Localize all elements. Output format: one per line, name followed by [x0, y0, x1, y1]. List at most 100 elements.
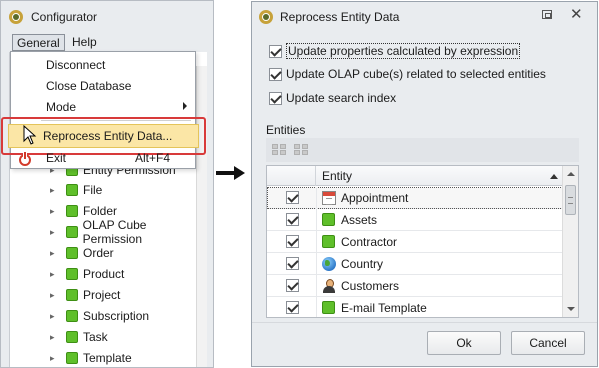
scroll-up-icon[interactable] — [567, 172, 575, 176]
menu-help[interactable]: Help — [72, 35, 97, 49]
row-checkbox[interactable] — [286, 257, 299, 270]
entity-icon — [65, 226, 78, 238]
grid-scrollbar[interactable] — [562, 166, 578, 317]
checkbox[interactable] — [269, 67, 282, 81]
close-icon[interactable]: ✕ — [570, 5, 583, 23]
expand-arrow-icon[interactable]: ▸ — [50, 206, 60, 217]
select-all-icon[interactable] — [272, 144, 288, 156]
configurator-titlebar: Configurator — [1, 1, 213, 33]
expand-arrow-icon[interactable]: ▸ — [50, 332, 60, 343]
scroll-thumb[interactable] — [565, 185, 576, 215]
app-logo-icon — [9, 10, 23, 24]
entity-name: Contractor — [341, 235, 398, 249]
entity-icon — [66, 352, 78, 364]
window-title: Configurator — [31, 10, 98, 24]
menubar: General Help — [1, 33, 213, 52]
calendar-icon — [322, 191, 336, 205]
entity-icon — [66, 331, 78, 343]
expand-arrow-icon[interactable]: ▸ — [50, 248, 60, 259]
menu-general[interactable]: General — [12, 34, 65, 51]
tree-item-label: Folder — [83, 204, 118, 218]
entities-toolbar — [266, 138, 579, 162]
configurator-window: Configurator General Help ▸ Entity Permis… — [0, 0, 214, 368]
entities-label: Entities — [266, 123, 306, 137]
tree-item[interactable]: ▸ File — [50, 181, 102, 199]
tree-item[interactable]: ▸ Product — [50, 265, 124, 283]
table-row[interactable]: Appointment — [267, 187, 563, 209]
expand-arrow-icon[interactable]: ▸ — [50, 269, 60, 280]
checkbox-column-header — [267, 166, 316, 186]
table-row[interactable]: Country — [267, 253, 563, 275]
row-checkbox[interactable] — [286, 279, 299, 292]
entity-name: Customers — [341, 279, 400, 293]
tree-item-label: Product — [83, 267, 125, 281]
power-icon — [19, 152, 31, 166]
app-logo-icon — [259, 10, 273, 24]
row-checkbox[interactable] — [286, 301, 299, 314]
dialog-titlebar: Reprocess Entity Data ✕ — [252, 2, 597, 30]
tree-item[interactable]: ▸ OLAP Cube Permission — [50, 218, 207, 246]
entity-name: Country — [341, 257, 384, 271]
entities-grid: Entity Appointment Assets Contractor Cou… — [266, 165, 579, 318]
green-square-icon — [322, 213, 335, 226]
checkbox[interactable] — [269, 91, 282, 105]
tree-item-label: File — [83, 183, 103, 197]
table-row[interactable]: Contractor — [267, 231, 563, 253]
expand-arrow-icon[interactable]: ▸ — [50, 185, 60, 196]
tree-item[interactable]: ▸ Task — [50, 328, 108, 346]
submenu-arrow-icon — [183, 102, 187, 110]
person-icon — [322, 279, 336, 293]
row-checkbox[interactable] — [286, 235, 299, 248]
row-checkbox[interactable] — [286, 213, 299, 226]
entity-icon — [66, 205, 78, 217]
expand-arrow-icon[interactable]: ▸ — [50, 290, 60, 301]
menu-item-exit[interactable]: Exit — [46, 151, 66, 165]
mouse-cursor-icon — [23, 125, 37, 145]
option-update-olap[interactable]: Update OLAP cube(s) related to selected … — [269, 66, 546, 82]
tree-item-label: Project — [83, 288, 121, 302]
globe-icon — [322, 257, 336, 271]
entity-icon — [66, 184, 78, 196]
restore-icon[interactable] — [542, 10, 552, 19]
dialog-title: Reprocess Entity Data — [280, 10, 400, 24]
grid-header: Entity — [267, 166, 563, 186]
entity-name: E-mail Template — [341, 301, 427, 315]
entity-name: Appointment — [341, 191, 409, 205]
tree-item-label: OLAP Cube Permission — [82, 218, 147, 246]
menu-item-close-database[interactable]: Close Database — [11, 76, 195, 97]
option-update-properties[interactable]: Update properties calculated by expressi… — [269, 43, 521, 59]
tree-scrollbar[interactable] — [196, 66, 207, 367]
option-label: Update properties calculated by expressi… — [286, 43, 521, 59]
option-label: Update search index — [286, 91, 397, 105]
row-checkbox[interactable] — [286, 191, 299, 204]
sort-ascending-icon — [550, 174, 558, 179]
flow-arrow-icon — [216, 166, 245, 180]
table-row[interactable]: E-mail Template — [267, 297, 563, 317]
entity-icon — [66, 268, 78, 280]
tree-item-label: Template — [83, 351, 132, 365]
entity-column-header[interactable]: Entity — [322, 169, 352, 183]
expand-arrow-icon[interactable]: ▸ — [50, 353, 60, 364]
tree-item[interactable]: ▸ Subscription — [50, 307, 149, 325]
cancel-button[interactable]: Cancel — [511, 331, 585, 355]
scroll-down-icon[interactable] — [567, 307, 575, 311]
tree-item[interactable]: ▸ Project — [50, 286, 120, 304]
tree-item-label: Subscription — [83, 309, 150, 323]
tree-item[interactable]: ▸ Order — [50, 244, 114, 262]
entity-icon — [66, 247, 78, 259]
deselect-all-icon[interactable] — [294, 144, 310, 156]
entity-icon — [66, 289, 78, 301]
table-row[interactable]: Assets — [267, 209, 563, 231]
menu-item-disconnect[interactable]: Disconnect — [11, 55, 195, 76]
table-row[interactable]: Customers — [267, 275, 563, 297]
checkbox[interactable] — [269, 44, 282, 58]
ok-button[interactable]: Ok — [427, 331, 501, 355]
entity-name: Assets — [341, 213, 378, 227]
option-update-search-index[interactable]: Update search index — [269, 90, 396, 106]
tree-item-label: Task — [83, 330, 108, 344]
tree-item[interactable]: ▸ Template — [50, 349, 132, 367]
expand-arrow-icon[interactable]: ▸ — [50, 311, 60, 322]
menu-item-mode[interactable]: Mode — [11, 97, 195, 118]
expand-arrow-icon[interactable]: ▸ — [50, 227, 60, 238]
green-square-icon — [322, 301, 335, 314]
